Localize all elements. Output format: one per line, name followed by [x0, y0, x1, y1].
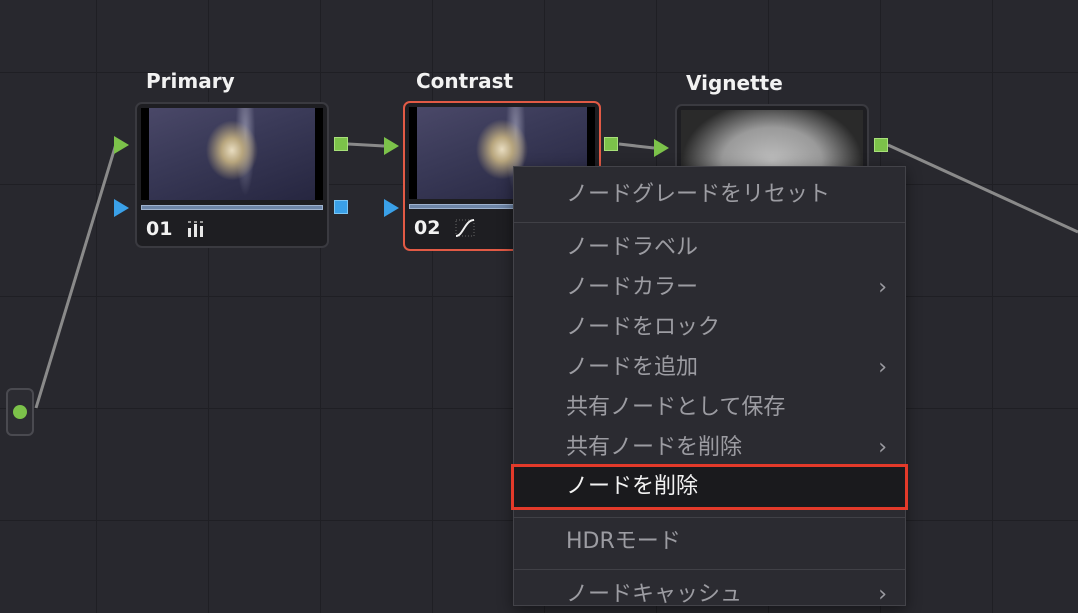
menu-item-node-cache[interactable]: ノードキャッシュ › [514, 577, 905, 613]
node-03-rgb-output[interactable] [874, 138, 888, 152]
menu-item-hdr-mode[interactable]: HDRモード [514, 524, 905, 560]
menu-item-add-node[interactable]: ノードを追加 › [514, 350, 905, 386]
node-02-rgb-input[interactable] [384, 137, 399, 155]
node-01-primary[interactable]: 01 [135, 102, 329, 248]
chevron-right-icon: › [878, 582, 887, 607]
wire-vignette-to-output [887, 143, 1078, 234]
chevron-right-icon: › [878, 435, 887, 460]
curve-icon [455, 219, 475, 237]
menu-item-node-label[interactable]: ノードラベル [514, 230, 905, 266]
node-01-number: 01 [146, 218, 173, 240]
source-output-port[interactable] [13, 405, 27, 419]
node-02-title: Contrast [416, 69, 514, 93]
menu-item-delete-node[interactable]: ノードを削除 [511, 464, 908, 510]
chevron-right-icon: › [878, 355, 887, 380]
menu-item-lock-node[interactable]: ノードをロック [514, 310, 905, 346]
node-03-rgb-input[interactable] [654, 139, 669, 157]
menu-separator [514, 517, 905, 518]
node-02-rgb-output[interactable] [604, 137, 618, 151]
node-01-rgb-input[interactable] [114, 136, 129, 154]
menu-item-save-shared-node[interactable]: 共有ノードとして保存 [514, 390, 905, 426]
chevron-right-icon: › [878, 275, 887, 300]
menu-item-node-color[interactable]: ノードカラー › [514, 270, 905, 306]
menu-separator [514, 222, 905, 223]
node-02-key-input[interactable] [384, 199, 399, 217]
node-02-number: 02 [414, 217, 441, 239]
bars-icon [188, 221, 203, 237]
node-context-menu: ノードグレードをリセット ノードラベル ノードカラー › ノードをロック ノードを… [511, 166, 908, 607]
wire-source-to-primary [34, 143, 118, 409]
menu-item-delete-shared-node[interactable]: 共有ノードを削除 › [514, 430, 905, 466]
menu-item-reset-node-grade[interactable]: ノードグレードをリセット [514, 177, 905, 213]
node-01-key-output[interactable] [334, 200, 348, 214]
node-03-title: Vignette [686, 71, 783, 95]
source-node[interactable] [6, 388, 34, 436]
node-01-key-input[interactable] [114, 199, 129, 217]
node-01-bar [141, 205, 323, 210]
node-01-rgb-output[interactable] [334, 137, 348, 151]
wire-primary-to-contrast [347, 142, 385, 148]
menu-separator [514, 569, 905, 570]
node-01-title: Primary [146, 69, 235, 93]
wire-contrast-to-vignette [618, 142, 655, 150]
node-01-thumbnail [141, 108, 323, 200]
